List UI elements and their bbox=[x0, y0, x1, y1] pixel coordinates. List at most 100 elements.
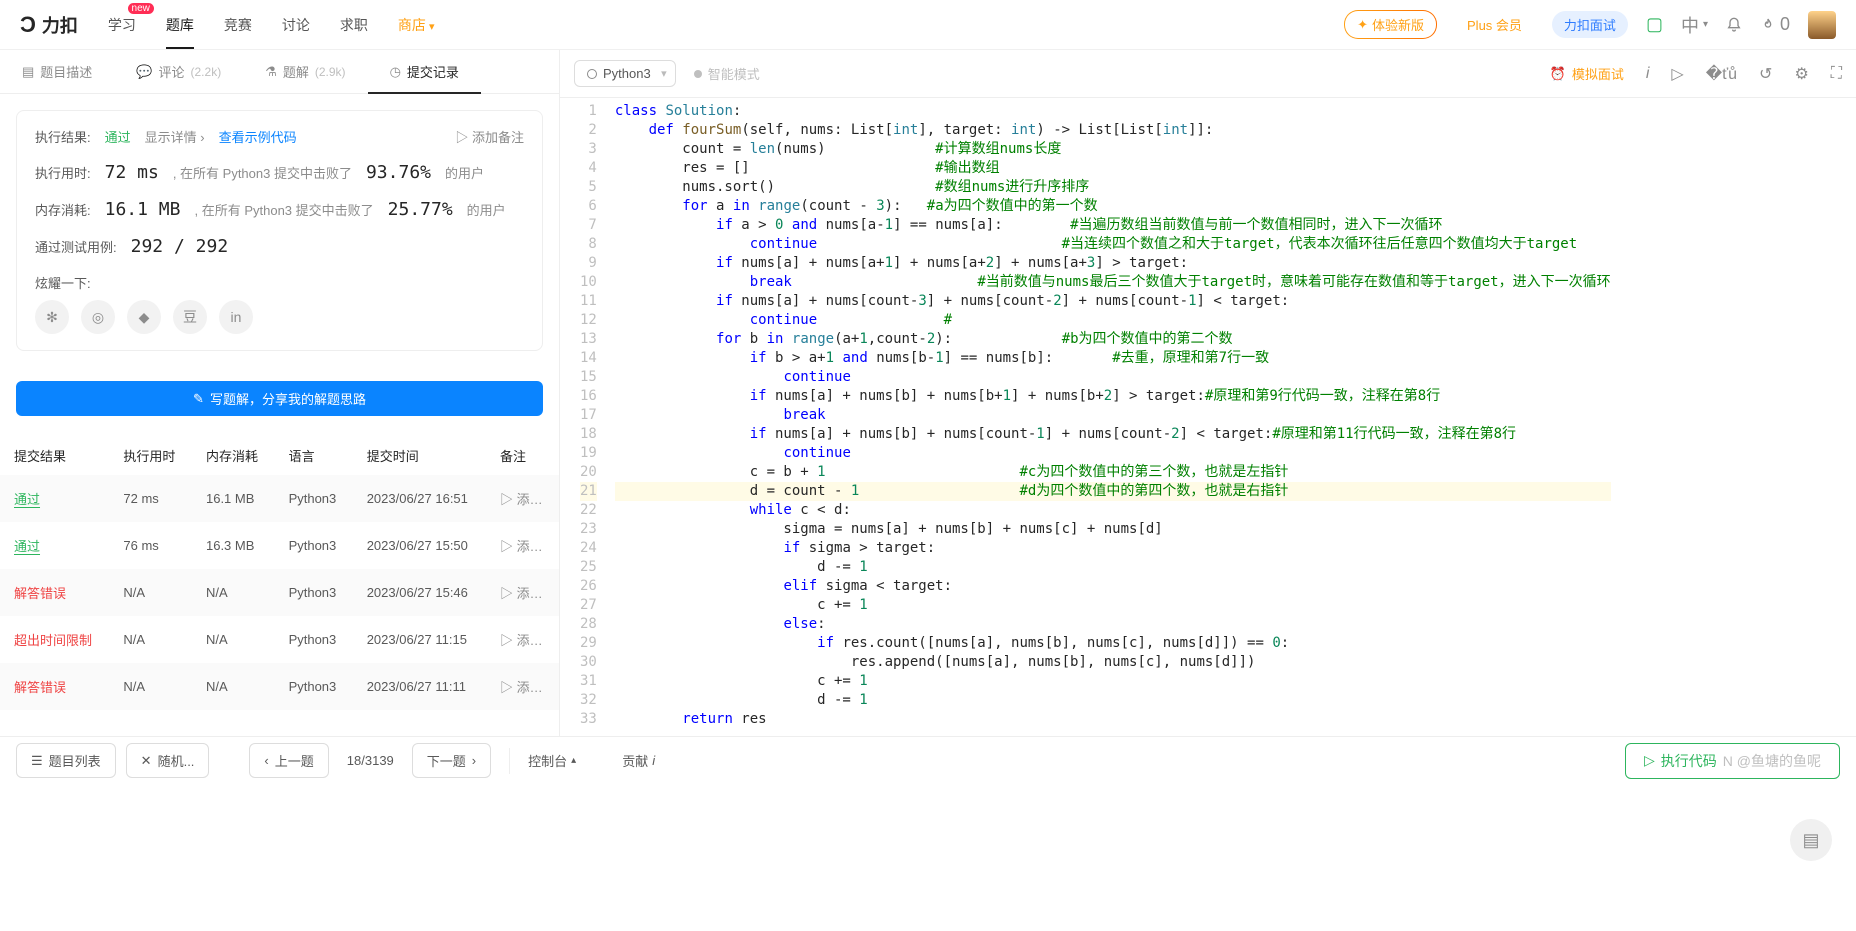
add-note-icon[interactable]: ▷ 添… bbox=[500, 492, 543, 507]
status-cell[interactable]: 解答错误 bbox=[14, 586, 66, 601]
shuffle-icon: ✕ bbox=[141, 753, 152, 769]
settings-icon[interactable]: ⚙ bbox=[1794, 64, 1808, 84]
streak-icon[interactable]: 0 bbox=[1760, 14, 1790, 35]
submission-history: 提交结果 执行用时 内存消耗 语言 提交时间 备注 通过72 ms16.1 MB… bbox=[0, 436, 559, 710]
result-status: 通过 bbox=[105, 127, 131, 146]
result-heading: 执行结果: bbox=[35, 127, 91, 146]
status-cell[interactable]: 超出时间限制 bbox=[14, 633, 92, 648]
table-row[interactable]: 超出时间限制N/AN/APython32023/06/27 11:15▷ 添… bbox=[0, 616, 559, 663]
nav-item-4[interactable]: 求职 bbox=[340, 1, 368, 49]
add-note-icon[interactable]: ▷ 添… bbox=[500, 586, 543, 601]
show-detail-link[interactable]: 显示详情 › bbox=[145, 127, 205, 146]
left-tab-3[interactable]: ◷提交记录 bbox=[368, 50, 481, 93]
add-note-link[interactable]: ▷ 添加备注 bbox=[455, 127, 524, 146]
share-linkedin-icon[interactable]: in bbox=[219, 300, 253, 334]
status-cell[interactable]: 通过 bbox=[14, 539, 40, 554]
right-pane: Python3 智能模式 ⏰ 模拟面试 i ▷ �ťů ↺ ⚙ ⛶ 123456… bbox=[560, 50, 1856, 736]
left-tabs: ▤题目描述💬评论(2.2k)⚗题解(2.9k)◷提交记录 bbox=[0, 50, 559, 94]
random-button[interactable]: ✕随机... bbox=[126, 743, 210, 778]
share-douban-icon[interactable]: 豆 bbox=[173, 300, 207, 334]
reset-icon[interactable]: ↺ bbox=[1759, 64, 1772, 84]
logo-icon: C bbox=[20, 12, 36, 38]
chat-icon: 💬 bbox=[136, 64, 152, 80]
console-toggle[interactable]: 控制台 ▴ bbox=[528, 751, 576, 770]
status-cell[interactable]: 通过 bbox=[14, 492, 40, 507]
logo[interactable]: C 力扣 bbox=[20, 12, 78, 38]
write-solution-button[interactable]: ✎ 写题解，分享我的解题思路 bbox=[16, 381, 543, 416]
bottom-bar: ☰题目列表 ✕随机... ‹上一题 18/3139 下一题› 控制台 ▴ 贡献 … bbox=[0, 736, 1856, 784]
table-row[interactable]: 解答错误N/AN/APython32023/06/27 11:11▷ 添… bbox=[0, 663, 559, 710]
table-row[interactable]: 通过76 ms16.3 MBPython32023/06/27 15:50▷ 添… bbox=[0, 522, 559, 569]
circle-icon bbox=[587, 69, 597, 79]
ai-mode-toggle[interactable]: 智能模式 bbox=[694, 64, 760, 83]
nav-item-3[interactable]: 讨论 bbox=[282, 1, 310, 49]
try-new-button[interactable]: ✦体验新版 bbox=[1344, 10, 1437, 39]
col-memory: 内存消耗 bbox=[192, 436, 275, 475]
chevron-left-icon: ‹ bbox=[264, 753, 268, 768]
editor-header: Python3 智能模式 ⏰ 模拟面试 i ▷ �ťů ↺ ⚙ ⛶ bbox=[560, 50, 1856, 98]
language-select[interactable]: Python3 bbox=[574, 60, 676, 87]
code-editor[interactable]: 1234567891011121314151617181920212223242… bbox=[560, 98, 1856, 736]
doc-icon: ▤ bbox=[22, 64, 34, 80]
time-pct: 93.76% bbox=[366, 162, 431, 183]
share-qq-icon[interactable]: ◆ bbox=[127, 300, 161, 334]
share-wechat-icon[interactable]: ✻ bbox=[35, 300, 69, 334]
share-weibo-icon[interactable]: ◎ bbox=[81, 300, 115, 334]
left-tab-1[interactable]: 💬评论(2.2k) bbox=[114, 50, 243, 93]
left-tab-0[interactable]: ▤题目描述 bbox=[0, 50, 114, 93]
nav-item-0[interactable]: 学习new bbox=[108, 1, 136, 49]
fullscreen-icon[interactable]: ⛶ bbox=[1831, 65, 1842, 83]
flask-icon: ⚗ bbox=[265, 64, 277, 80]
col-note: 备注 bbox=[486, 436, 559, 475]
brag-label: 炫耀一下: bbox=[35, 273, 91, 292]
next-button[interactable]: 下一题› bbox=[412, 743, 491, 778]
add-note-icon[interactable]: ▷ 添… bbox=[500, 680, 543, 695]
chevron-down-icon: ▾ bbox=[426, 21, 435, 33]
memory-pct: 25.77% bbox=[388, 199, 453, 220]
play-icon[interactable]: ▷ bbox=[1671, 64, 1683, 84]
prev-button[interactable]: ‹上一题 bbox=[249, 743, 328, 778]
problem-list-button[interactable]: ☰题目列表 bbox=[16, 743, 116, 778]
badge-new: new bbox=[128, 3, 154, 14]
dot-icon bbox=[694, 70, 702, 78]
table-row[interactable]: 解答错误N/AN/APython32023/06/27 15:46▷ 添… bbox=[0, 569, 559, 616]
bell-icon[interactable] bbox=[1726, 17, 1742, 33]
page-indicator: 18/3139 bbox=[347, 753, 394, 768]
left-tab-2[interactable]: ⚗题解(2.9k) bbox=[243, 50, 367, 93]
add-note-icon[interactable]: ▷ 添… bbox=[500, 539, 543, 554]
plus-button[interactable]: Plus 会员 bbox=[1455, 11, 1534, 38]
info-icon: i bbox=[652, 753, 655, 768]
tests-value: 292 / 292 bbox=[131, 236, 229, 257]
nav-item-2[interactable]: 竞赛 bbox=[224, 1, 252, 49]
brand-name: 力扣 bbox=[42, 12, 78, 38]
chevron-up-icon: ▴ bbox=[571, 755, 576, 766]
list-icon: ☰ bbox=[31, 753, 43, 769]
nav-item-5[interactable]: 商店 ▾ bbox=[398, 1, 435, 49]
feedback-float-button[interactable]: ▤ bbox=[1790, 819, 1832, 861]
nav-item-1[interactable]: 题库 bbox=[166, 1, 194, 49]
time-label: 执行用时: bbox=[35, 163, 91, 182]
bookmark-icon[interactable]: �ťů bbox=[1706, 64, 1737, 84]
left-pane: ▤题目描述💬评论(2.2k)⚗题解(2.9k)◷提交记录 执行结果: 通过 显示… bbox=[0, 50, 560, 736]
example-code-link[interactable]: 查看示例代码 bbox=[219, 127, 297, 146]
result-card: 执行结果: 通过 显示详情 › 查看示例代码 ▷ 添加备注 执行用时: 72 m… bbox=[16, 110, 543, 351]
run-code-button[interactable]: ▷执行代码N @鱼塘的鱼呢 bbox=[1625, 743, 1840, 779]
chevron-right-icon: › bbox=[472, 753, 476, 768]
col-result: 提交结果 bbox=[0, 436, 109, 475]
alarm-icon: ⏰ bbox=[1550, 66, 1566, 82]
table-row[interactable]: 通过72 ms16.1 MBPython32023/06/27 16:51▷ 添… bbox=[0, 475, 559, 522]
interview-button[interactable]: 力扣面试 bbox=[1552, 11, 1628, 38]
contribute-link[interactable]: 贡献 i bbox=[622, 751, 655, 770]
status-cell[interactable]: 解答错误 bbox=[14, 680, 66, 695]
phone-icon[interactable]: ▢ bbox=[1646, 14, 1663, 35]
share-row: ✻ ◎ ◆ 豆 in bbox=[35, 300, 524, 334]
nav-items: 学习new 题库竞赛讨论求职商店 ▾ bbox=[108, 1, 435, 49]
col-submitted: 提交时间 bbox=[353, 436, 486, 475]
tests-label: 通过测试用例: bbox=[35, 237, 117, 256]
info-icon[interactable]: i bbox=[1646, 65, 1650, 83]
avatar[interactable] bbox=[1808, 11, 1836, 39]
locale-dropdown[interactable]: 中 ▾ bbox=[1681, 12, 1708, 38]
pencil-icon: ✎ bbox=[193, 391, 204, 407]
add-note-icon[interactable]: ▷ 添… bbox=[500, 633, 543, 648]
mock-interview-button[interactable]: ⏰ 模拟面试 bbox=[1550, 64, 1624, 83]
